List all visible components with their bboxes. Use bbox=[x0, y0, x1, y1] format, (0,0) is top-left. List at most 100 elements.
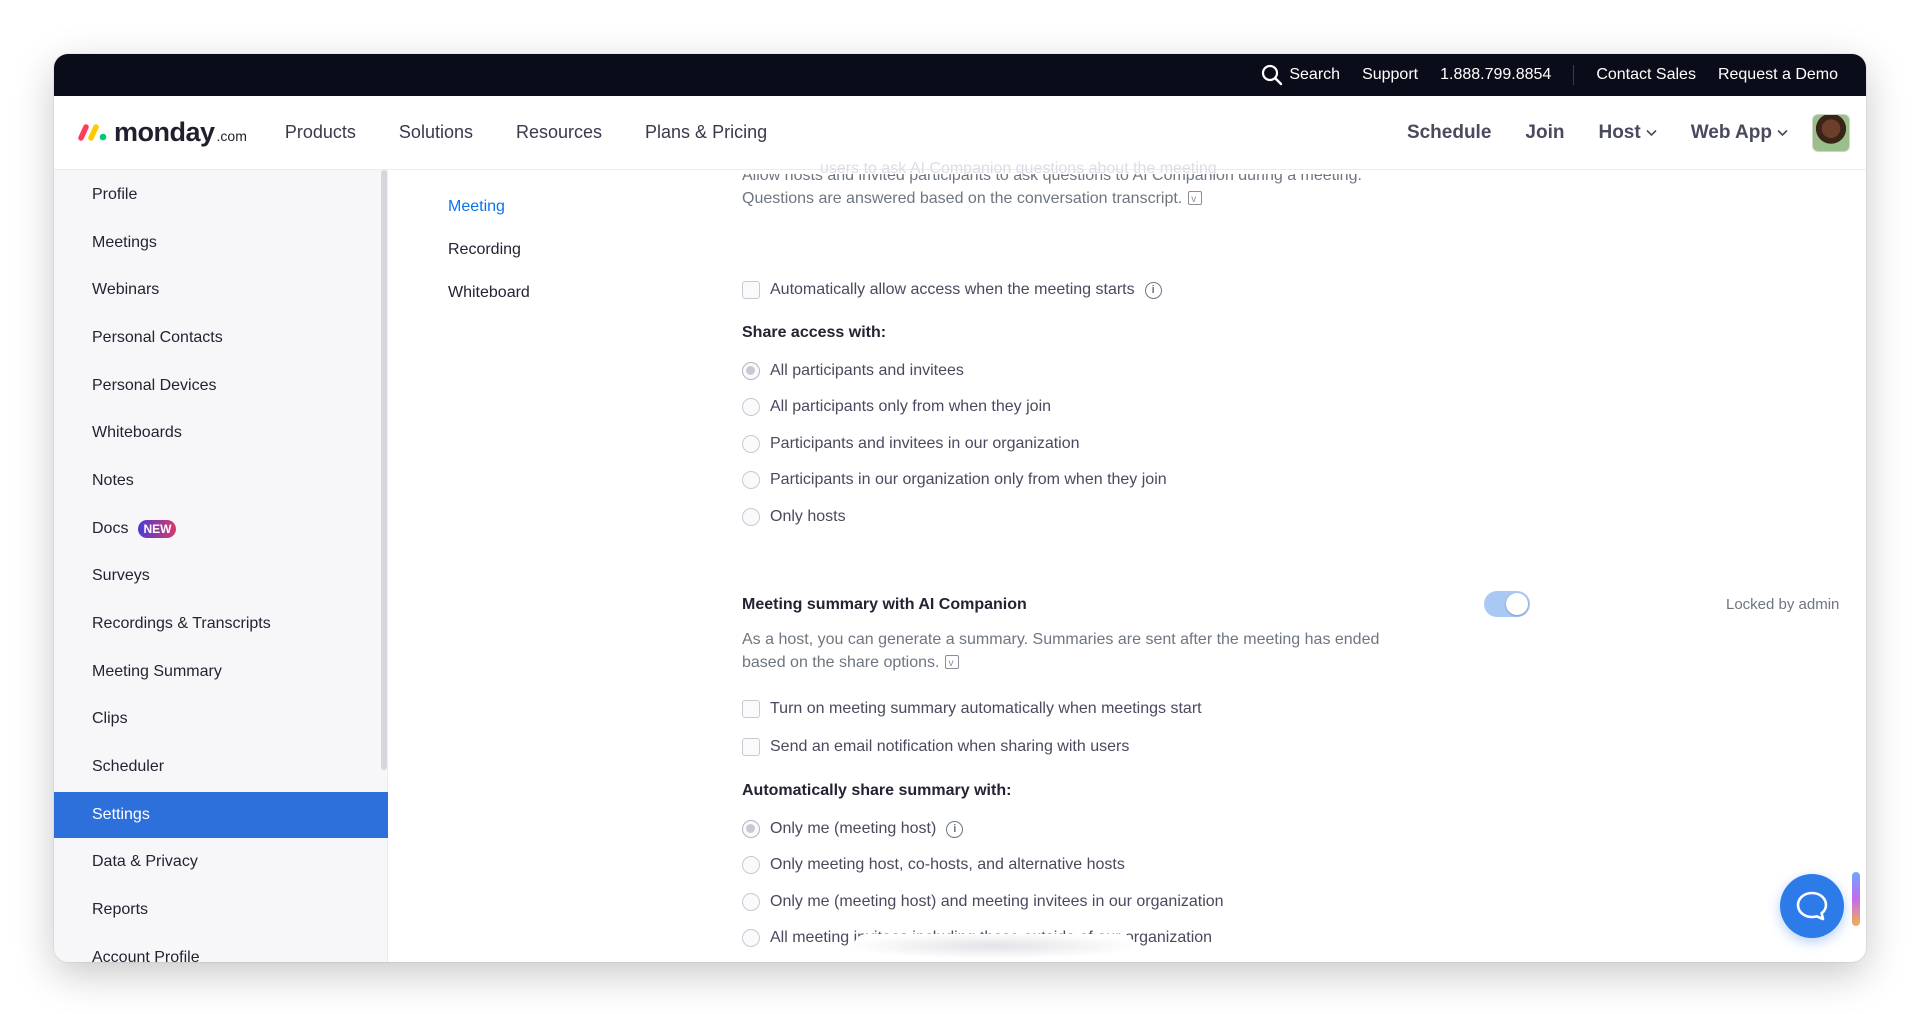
sidebar-item-label: Settings bbox=[92, 806, 150, 823]
share-access-option[interactable]: All participants only from when they joi… bbox=[742, 398, 1051, 416]
tab-meeting[interactable]: Meeting bbox=[448, 198, 505, 216]
tab-whiteboard[interactable]: Whiteboard bbox=[448, 284, 530, 302]
sidebar-item-personal-contacts[interactable]: Personal Contacts bbox=[54, 315, 388, 361]
search-link[interactable]: Search bbox=[1261, 64, 1340, 86]
scroll-indicator[interactable] bbox=[1852, 872, 1860, 926]
sidebar-item-clips[interactable]: Clips bbox=[54, 696, 388, 742]
nav-solutions[interactable]: Solutions bbox=[399, 122, 473, 143]
topbar-divider bbox=[1573, 65, 1575, 85]
sidebar-item-webinars[interactable]: Webinars bbox=[54, 267, 388, 313]
contact-sales-link[interactable]: Contact Sales bbox=[1596, 66, 1696, 84]
sidebar-item-personal-devices[interactable]: Personal Devices bbox=[54, 363, 388, 409]
checkbox-box[interactable] bbox=[742, 700, 760, 718]
sidebar-item-whiteboards[interactable]: Whiteboards bbox=[54, 410, 388, 456]
radio-button[interactable] bbox=[742, 435, 760, 453]
support-link[interactable]: Support bbox=[1362, 66, 1418, 84]
nav-products[interactable]: Products bbox=[285, 122, 356, 143]
search-icon bbox=[1261, 64, 1283, 86]
auto-allow-checkbox[interactable]: Automatically allow access when the meet… bbox=[742, 281, 1162, 299]
radio-label: Participants and invitees in our organiz… bbox=[770, 435, 1080, 452]
sidebar-item-reports[interactable]: Reports bbox=[54, 887, 388, 933]
sidebar-item-settings[interactable]: Settings bbox=[54, 792, 388, 838]
sidebar-item-profile[interactable]: Profile bbox=[54, 172, 388, 218]
sidebar-item-surveys[interactable]: Surveys bbox=[54, 553, 388, 599]
sidebar-item-meetings[interactable]: Meetings bbox=[54, 220, 388, 266]
sidebar-item-label: Account Profile bbox=[92, 949, 200, 962]
tab-recording[interactable]: Recording bbox=[448, 241, 521, 259]
share-summary-option[interactable]: Only me (meeting host) i bbox=[742, 820, 964, 838]
brand-logo[interactable]: monday .com bbox=[78, 117, 247, 148]
sidebar-item-label: Webinars bbox=[92, 281, 160, 298]
nav-plans-pricing[interactable]: Plans & Pricing bbox=[645, 122, 767, 143]
sidebar-item-label: Profile bbox=[92, 186, 138, 203]
share-summary-option[interactable]: Only meeting host, co-hosts, and alterna… bbox=[742, 856, 1125, 874]
user-avatar[interactable] bbox=[1812, 114, 1850, 152]
radio-button[interactable] bbox=[742, 893, 760, 911]
share-access-option[interactable]: All participants and invitees bbox=[742, 362, 964, 380]
sidebar-item-docs[interactable]: Docs NEW bbox=[54, 506, 388, 552]
sidebar-item-label: Docs bbox=[92, 520, 129, 537]
checkbox-label: Turn on meeting summary automatically wh… bbox=[770, 700, 1202, 717]
radio-button[interactable] bbox=[742, 471, 760, 489]
chat-bubble-icon bbox=[1796, 891, 1828, 921]
account-nav: Schedule Join Host Web App bbox=[1407, 96, 1850, 170]
radio-label: All participants and invitees bbox=[770, 362, 964, 379]
radio-label: Only meeting host, co-hosts, and alterna… bbox=[770, 856, 1125, 873]
sidebar-item-scheduler[interactable]: Scheduler bbox=[54, 744, 388, 790]
checkbox-label: Automatically allow access when the meet… bbox=[770, 281, 1135, 298]
chat-support-button[interactable] bbox=[1780, 874, 1844, 938]
checkbox-label: Send an email notification when sharing … bbox=[770, 738, 1130, 755]
web-app-dropdown[interactable]: Web App bbox=[1691, 122, 1788, 144]
next-section-peek bbox=[854, 934, 1134, 958]
sidebar-item-label: Surveys bbox=[92, 567, 150, 584]
chevron-down-icon bbox=[1777, 129, 1788, 137]
new-badge: NEW bbox=[138, 520, 177, 538]
sidebar-item-recordings-transcripts[interactable]: Recordings & Transcripts bbox=[54, 601, 388, 647]
share-summary-option[interactable]: Only me (meeting host) and meeting invit… bbox=[742, 893, 1224, 911]
radio-button[interactable] bbox=[742, 508, 760, 526]
share-access-option[interactable]: Participants in our organization only fr… bbox=[742, 471, 1167, 489]
radio-label: Participants in our organization only fr… bbox=[770, 471, 1167, 488]
nav-resources[interactable]: Resources bbox=[516, 122, 602, 143]
radio-button[interactable] bbox=[742, 929, 760, 947]
web-app-label: Web App bbox=[1690, 122, 1772, 143]
meeting-summary-toggle[interactable] bbox=[1484, 591, 1530, 617]
share-access-option[interactable]: Only hosts bbox=[742, 508, 846, 526]
sidebar-item-meeting-summary[interactable]: Meeting Summary bbox=[54, 649, 388, 695]
radio-button[interactable] bbox=[742, 398, 760, 416]
settings-content: Allow hosts and invited participants to … bbox=[742, 170, 1842, 962]
request-demo-link[interactable]: Request a Demo bbox=[1718, 66, 1838, 84]
summary-auto-checkbox[interactable]: Turn on meeting summary automatically wh… bbox=[742, 700, 1202, 718]
sidebar-item-label: Whiteboards bbox=[92, 424, 182, 441]
questions-description: Allow hosts and invited participants to … bbox=[742, 174, 1382, 210]
sidebar-item-label: Meetings bbox=[92, 234, 157, 251]
sidebar-item-label: Clips bbox=[92, 710, 128, 727]
sidebar-item-label: Meeting Summary bbox=[92, 663, 222, 680]
document-icon[interactable] bbox=[945, 652, 960, 675]
sidebar-item-label: Personal Contacts bbox=[92, 329, 223, 346]
join-link[interactable]: Join bbox=[1525, 122, 1564, 144]
checkbox-box[interactable] bbox=[742, 281, 760, 299]
schedule-link[interactable]: Schedule bbox=[1407, 122, 1491, 144]
document-icon[interactable] bbox=[1188, 188, 1203, 210]
radio-button[interactable] bbox=[742, 362, 760, 380]
sidebar-item-data-privacy[interactable]: Data & Privacy bbox=[54, 839, 388, 885]
sidebar-item-account-profile[interactable]: Account Profile bbox=[54, 935, 388, 962]
share-access-option[interactable]: Participants and invitees in our organiz… bbox=[742, 435, 1080, 453]
info-icon[interactable]: i bbox=[946, 820, 964, 838]
host-dropdown[interactable]: Host bbox=[1598, 122, 1657, 144]
checkbox-box[interactable] bbox=[742, 738, 760, 756]
sidebar-item-notes[interactable]: Notes bbox=[54, 458, 388, 504]
info-icon[interactable]: i bbox=[1144, 281, 1162, 299]
search-label: Search bbox=[1289, 66, 1341, 83]
phone-number[interactable]: 1.888.799.8854 bbox=[1440, 66, 1551, 84]
radio-label: Only hosts bbox=[770, 508, 846, 525]
summary-email-checkbox[interactable]: Send an email notification when sharing … bbox=[742, 738, 1129, 756]
radio-button[interactable] bbox=[742, 820, 760, 838]
meeting-summary-title: Meeting summary with AI Companion bbox=[742, 596, 1027, 613]
share-summary-heading: Automatically share summary with: bbox=[742, 782, 1012, 799]
radio-button[interactable] bbox=[742, 856, 760, 874]
sidebar-item-label: Personal Devices bbox=[92, 377, 217, 394]
browser-window: Search Support 1.888.799.8854 Contact Sa… bbox=[54, 54, 1866, 962]
sidebar-item-label: Reports bbox=[92, 901, 149, 918]
